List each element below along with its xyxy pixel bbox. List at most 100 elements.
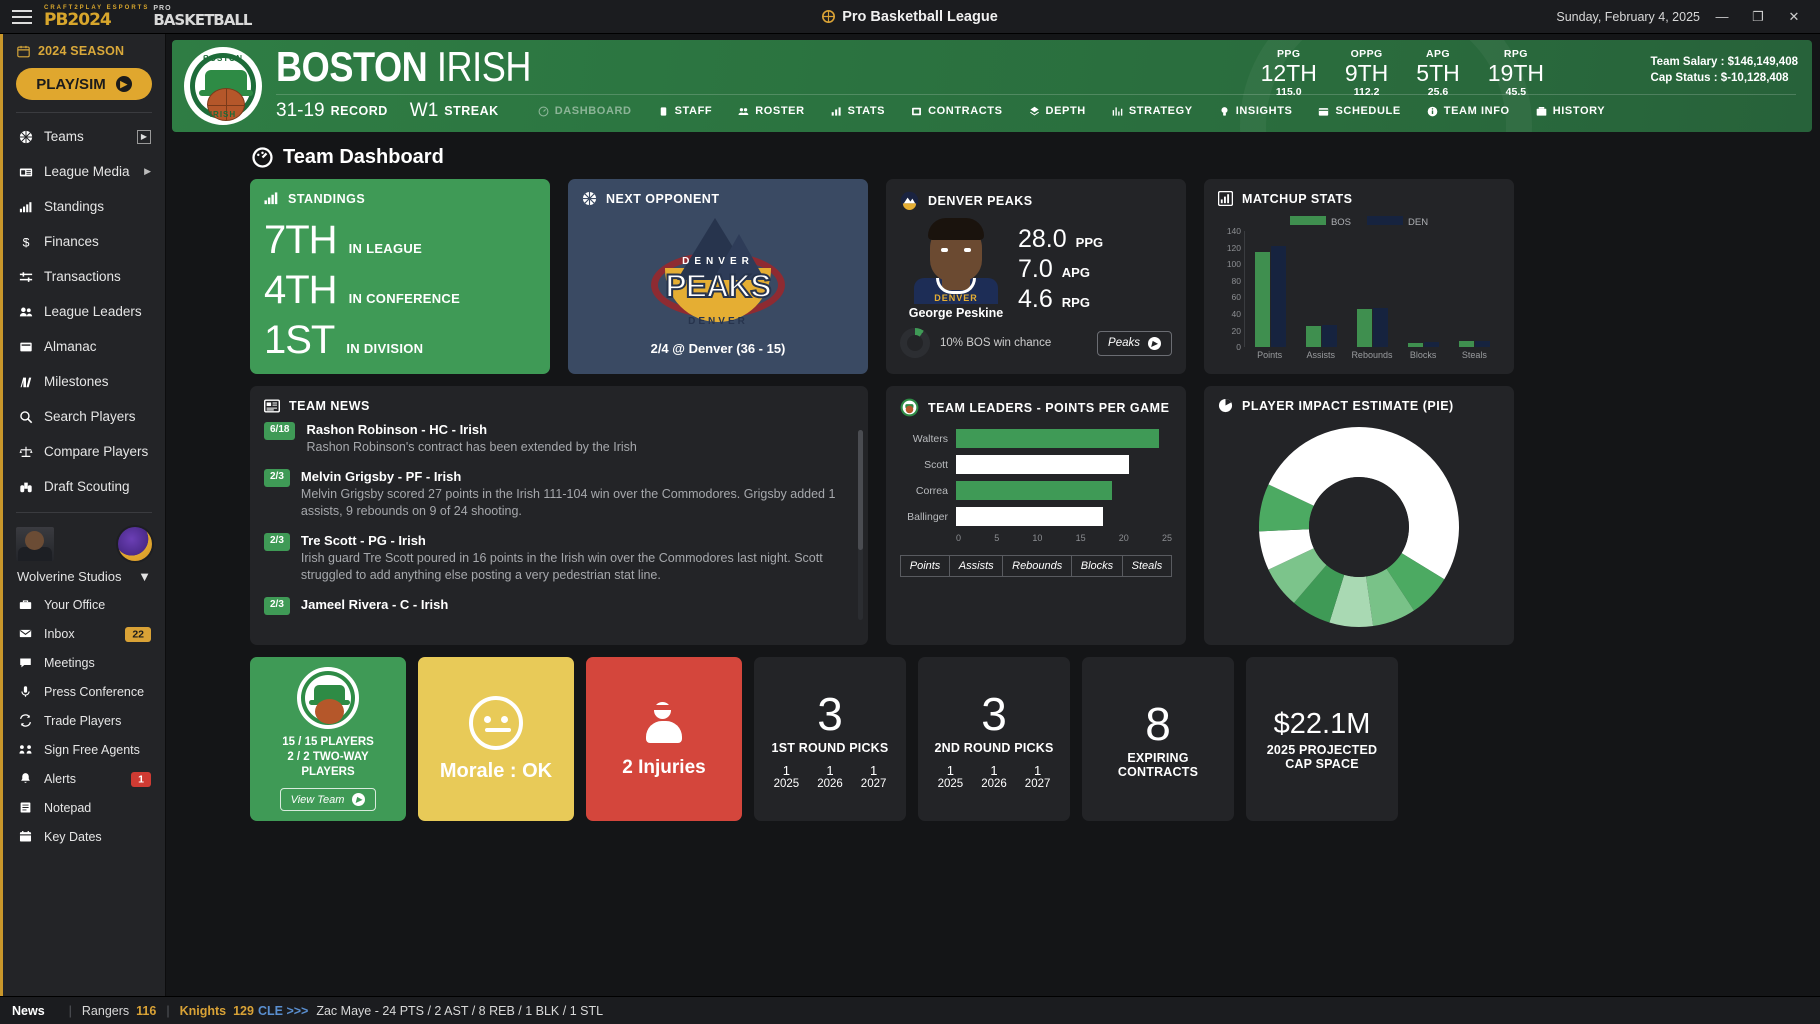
standings-card[interactable]: STANDINGS 7TH IN LEAGUE 4TH IN CONFERENC… [250,179,550,374]
status-team-b[interactable]: Knights [180,1004,227,1018]
leaders-button-rebounds[interactable]: Rebounds [1003,555,1073,577]
minimize-button[interactable]: — [1704,0,1740,34]
team-news-card: TEAM NEWS 6/18 Rashon Robinson - HC - Ir… [250,386,868,645]
sidebar-item-standings[interactable]: Standings [3,189,165,224]
roster-tile[interactable]: 15 / 15 PLAYERS 2 / 2 TWO-WAY PLAYERS Vi… [250,657,406,821]
news-item[interactable]: 2/3 Melvin Grigsby - PF - Irish Melvin G… [264,469,838,520]
news-item[interactable]: 2/3 Tre Scott - PG - Irish Irish guard T… [264,533,838,584]
leaders-button-points[interactable]: Points [900,555,951,577]
tab-depth[interactable]: DEPTH [1016,102,1099,120]
record-value: 31-19 [276,100,325,121]
sidebar-item-draft-scouting[interactable]: Draft Scouting [3,469,165,504]
tab-label: TEAM INFO [1443,105,1510,117]
x-tick: 20 [1118,533,1129,543]
tab-label: INSIGHTS [1235,105,1293,117]
chevron-right-icon[interactable]: ▶ [144,166,151,177]
leaders-button-assists[interactable]: Assists [950,555,1004,577]
sidebar-item-alerts[interactable]: Alerts 1 [3,764,165,793]
sidebar-item-notepad[interactable]: Notepad [3,793,165,822]
sidebar-item-label: Inbox [44,626,75,641]
chevron-right-icon[interactable]: ▶ [137,129,151,144]
tab-label: HISTORY [1552,105,1606,117]
view-team-button[interactable]: View Team ▶ [279,788,377,811]
cap-space-tile[interactable]: $22.1M 2025 PROJECTED CAP SPACE [1246,657,1398,821]
sidebar-item-your-office[interactable]: Your Office [3,590,165,619]
sidebar-item-trade-players[interactable]: Trade Players [3,706,165,735]
dollar-icon: $ [17,235,34,249]
standing-label: IN CONFERENCE [348,291,461,306]
card-title-text: STANDINGS [288,191,366,206]
sidebar-item-meetings[interactable]: Meetings [3,648,165,677]
leaders-button-blocks[interactable]: Blocks [1072,555,1123,577]
stat-rank: 19TH [1487,60,1544,86]
tab-dashboard[interactable]: DASHBOARD [525,102,645,120]
injuries-tile[interactable]: 2 Injuries [586,657,742,821]
neutral-face-icon [469,695,523,750]
second-round-picks-tile[interactable]: 3 2ND ROUND PICKS 1 2025 1 2026 1 2027 [918,657,1070,821]
news-scrollbar[interactable] [858,430,863,620]
sidebar-item-league-leaders[interactable]: League Leaders [3,294,165,329]
team-header-banner: BOSTON IRISH BOSTON IRISH 31-19 RECORD W… [172,40,1812,132]
status-news-label[interactable]: News [12,1004,59,1018]
first-round-picks-tile[interactable]: 3 1ST ROUND PICKS 1 2025 1 2026 1 2027 [754,657,906,821]
y-tick: 80 [1231,275,1241,286]
news-date: 2/3 [264,469,290,487]
sidebar-item-label: Standings [44,199,105,214]
next-opponent-card[interactable]: NEXT OPPONENT DENVER PEAKS DENVER 2/4 @ … [568,179,868,374]
expiring-contracts-tile[interactable]: 8 EXPIRING CONTRACTS [1082,657,1234,821]
sidebar-item-label: Transactions [44,269,121,284]
morale-tile[interactable]: Morale : OK [418,657,574,821]
tab-team-info[interactable]: TEAM INFO [1414,102,1523,120]
sidebar-item-milestones[interactable]: Milestones [3,364,165,399]
cap-status: Cap Status : $-10,128,408 [1650,72,1789,84]
sidebar-item-league-media[interactable]: League Media ▶ [3,154,165,189]
morale-text: Morale : OK [439,759,553,782]
brand-basketball-text: BASKETBALL [153,11,252,29]
salary-info: Team Salary : $146,149,408 Cap Status : … [1651,54,1798,86]
news-list[interactable]: 6/18 Rashon Robinson - HC - Irish Rashon… [264,422,854,618]
insights-icon [1219,106,1230,117]
sidebar-item-press-conference[interactable]: Press Conference [3,677,165,706]
sidebar-item-almanac[interactable]: Almanac [3,329,165,364]
news-item[interactable]: 6/18 Rashon Robinson - HC - Irish Rashon… [264,422,838,456]
view-peaks-button[interactable]: Peaks ▶ [1097,330,1172,356]
pie-card-title: PLAYER IMPACT ESTIMATE (PIE) [1218,398,1500,413]
tab-strategy[interactable]: STRATEGY [1099,102,1206,120]
peaks-logo-icon [900,191,919,210]
news-item[interactable]: 2/3 Jameel Rivera - C - Irish [264,597,838,615]
sidebar-item-key-dates[interactable]: Key Dates [3,822,165,851]
chevron-down-icon[interactable]: ▼ [138,569,151,584]
tab-schedule[interactable]: SCHEDULE [1305,102,1413,120]
svg-text:$: $ [22,235,29,249]
page-title: Team Dashboard [166,132,1820,179]
tab-staff[interactable]: STAFF [645,102,726,120]
tab-contracts[interactable]: CONTRACTS [898,102,1015,120]
bar-group-assists [1306,231,1337,347]
menu-hamburger-icon[interactable] [0,9,44,24]
tab-insights[interactable]: INSIGHTS [1206,102,1306,120]
sidebar-item-finances[interactable]: $ Finances [3,224,165,259]
sidebar-item-sign-free-agents[interactable]: Sign Free Agents [3,735,165,764]
close-button[interactable]: ✕ [1776,0,1812,34]
tab-roster[interactable]: ROSTER [725,102,817,120]
sidebar-item-compare-players[interactable]: Compare Players [3,434,165,469]
alerts-badge-wrap: 1 [131,772,151,787]
tab-history[interactable]: HISTORY [1523,102,1619,120]
sidebar-item-inbox[interactable]: Inbox 22 [3,619,165,648]
sidebar-item-label: Finances [44,234,99,249]
maximize-button[interactable]: ❐ [1740,0,1776,34]
sidebar-item-search-players[interactable]: Search Players [3,399,165,434]
sidebar-item-teams[interactable]: Teams ▶ [3,119,165,154]
sidebar-item-transactions[interactable]: Transactions [3,259,165,294]
tab-stats[interactable]: STATS [818,102,898,120]
record-label: RECORD [330,104,388,118]
status-team-a[interactable]: Rangers [82,1004,129,1018]
play-sim-button[interactable]: PLAY/SIM ▶ [16,68,152,100]
studio-selector[interactable]: Wolverine Studios ▼ [3,563,165,590]
team-logo: BOSTON IRISH [184,47,262,125]
basketball-icon [17,130,34,144]
team-logo-icon [900,398,919,417]
stat-label: PPG [1277,48,1301,60]
leaders-button-steals[interactable]: Steals [1122,555,1172,577]
bars-icon [264,191,279,206]
